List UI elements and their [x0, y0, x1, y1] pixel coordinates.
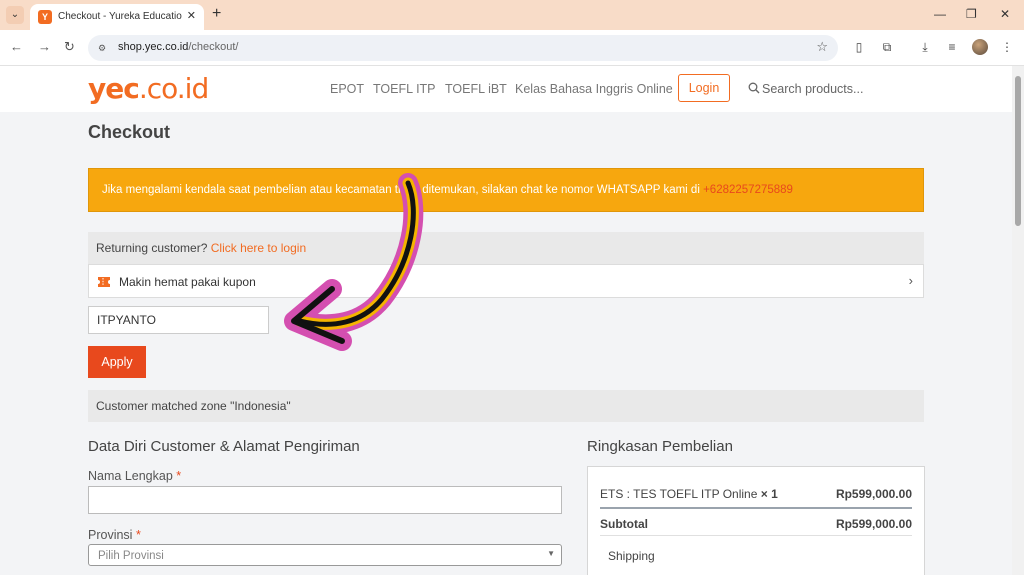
summary-subtotal-row: Subtotal Rp599,000.00: [600, 517, 912, 531]
required-marker: *: [176, 469, 182, 483]
site-header: yec.co.id EPOT TOEFL ITP TOEFL iBT Kelas…: [0, 66, 1012, 112]
login-button[interactable]: Login: [678, 74, 730, 102]
yec-favicon-icon: Y: [38, 10, 52, 24]
full-name-input[interactable]: [88, 486, 562, 514]
extensions-icon[interactable]: ⧉: [880, 40, 894, 54]
page-title: Checkout: [88, 122, 171, 142]
browser-tab-checkout[interactable]: Y Checkout - Yureka Education Ce ✕: [30, 4, 204, 30]
address-bar[interactable]: ⚙ shop.yec.co.id/checkout/ ☆: [88, 35, 838, 61]
apply-coupon-button[interactable]: Apply: [88, 346, 146, 378]
whatsapp-phone-link[interactable]: +6282257275889: [703, 184, 793, 196]
order-summary-box: ETS : TES TOEFL ITP Online × 1 Rp599,000…: [587, 466, 925, 575]
summary-item-qty: × 1: [760, 487, 778, 501]
download-icon[interactable]: ⤓: [918, 40, 932, 54]
required-marker: *: [135, 528, 141, 542]
site-info-icon[interactable]: ⚙: [98, 42, 110, 54]
browser-tab-bar: ⌄ Y Checkout - Yureka Education Ce ✕ + —…: [0, 0, 1024, 30]
subtotal-value: Rp599,000.00: [835, 517, 912, 531]
more-menu-icon[interactable]: ⋮: [1000, 40, 1014, 54]
dropdown-arrow-icon: ▼: [547, 549, 555, 558]
restore-icon[interactable]: ❐: [966, 7, 977, 21]
menu-item-toefl-itp[interactable]: TOEFL ITP: [373, 82, 436, 96]
summary-divider: [600, 535, 912, 536]
coupon-code-input[interactable]: [88, 306, 269, 334]
coupon-toggle-bar[interactable]: Makin hemat pakai kupon ›: [88, 264, 924, 298]
coupon-ticket-icon: [98, 277, 110, 287]
returning-customer-bar: Returning customer? Click here to login: [88, 232, 924, 264]
returning-customer-label: Returning customer?: [96, 241, 211, 255]
tab-title: Checkout - Yureka Education Ce: [58, 11, 182, 22]
whatsapp-notice: Jika mengalami kendala saat pembelian at…: [88, 168, 924, 212]
back-icon[interactable]: ←: [10, 39, 23, 55]
chevron-right-icon: ›: [908, 273, 913, 288]
page-scrollbar[interactable]: [1012, 66, 1024, 575]
zone-match-text: Customer matched zone "Indonesia": [96, 399, 291, 413]
menu-item-toefl-ibt[interactable]: TOEFL iBT: [445, 82, 507, 96]
window-close-icon[interactable]: ✕: [1000, 7, 1010, 21]
annotation-arrow-icon: [284, 173, 424, 351]
search-products-link[interactable]: Search products...: [762, 82, 863, 96]
shipping-label: Shipping: [608, 549, 655, 563]
new-tab-icon[interactable]: +: [212, 6, 221, 22]
zone-match-bar: Customer matched zone "Indonesia": [88, 390, 924, 422]
page-content: yec.co.id EPOT TOEFL ITP TOEFL iBT Kelas…: [0, 66, 1012, 575]
summary-item-name: ETS : TES TOEFL ITP Online: [600, 487, 758, 501]
subtotal-label: Subtotal: [600, 517, 648, 531]
minimize-icon[interactable]: —: [934, 7, 946, 21]
reload-icon[interactable]: ↻: [64, 39, 75, 55]
media-control-icon[interactable]: ≡: [945, 40, 959, 54]
province-select[interactable]: Pilih Provinsi ▼: [88, 544, 562, 566]
full-name-label: Nama Lengkap: [88, 469, 177, 483]
tab-list-icon[interactable]: ⌄: [6, 6, 24, 24]
url-text: shop.yec.co.id/checkout/: [118, 41, 239, 53]
search-icon[interactable]: [748, 82, 760, 94]
bookmark-star-icon[interactable]: ☆: [816, 39, 828, 55]
menu-item-kelas-bahasa-inggris[interactable]: Kelas Bahasa Inggris Online: [515, 82, 673, 96]
province-label: Provinsi: [88, 528, 136, 542]
close-icon[interactable]: ✕: [187, 9, 196, 22]
menu-item-epot[interactable]: EPOT: [330, 82, 364, 96]
billing-section-title: Data Diri Customer & Alamat Pengiriman: [88, 438, 360, 455]
coupon-bar-label: Makin hemat pakai kupon: [119, 275, 256, 289]
summary-item-row: ETS : TES TOEFL ITP Online × 1 Rp599,000…: [600, 487, 912, 501]
province-select-value: Pilih Provinsi: [98, 550, 164, 562]
yec-logo[interactable]: yec.co.id: [88, 72, 209, 106]
forward-icon[interactable]: →: [38, 39, 51, 55]
reading-mode-icon[interactable]: ▯: [852, 40, 866, 54]
browser-toolbar: ← → ↻ ⚙ shop.yec.co.id/checkout/ ☆ ▯ ⧉ ⤓…: [0, 30, 1024, 66]
summary-section-title: Ringkasan Pembelian: [587, 438, 733, 455]
scrollbar-thumb[interactable]: [1015, 76, 1021, 226]
profile-avatar[interactable]: [972, 39, 988, 55]
summary-divider: [600, 507, 912, 509]
summary-item-price: Rp599,000.00: [835, 487, 912, 501]
